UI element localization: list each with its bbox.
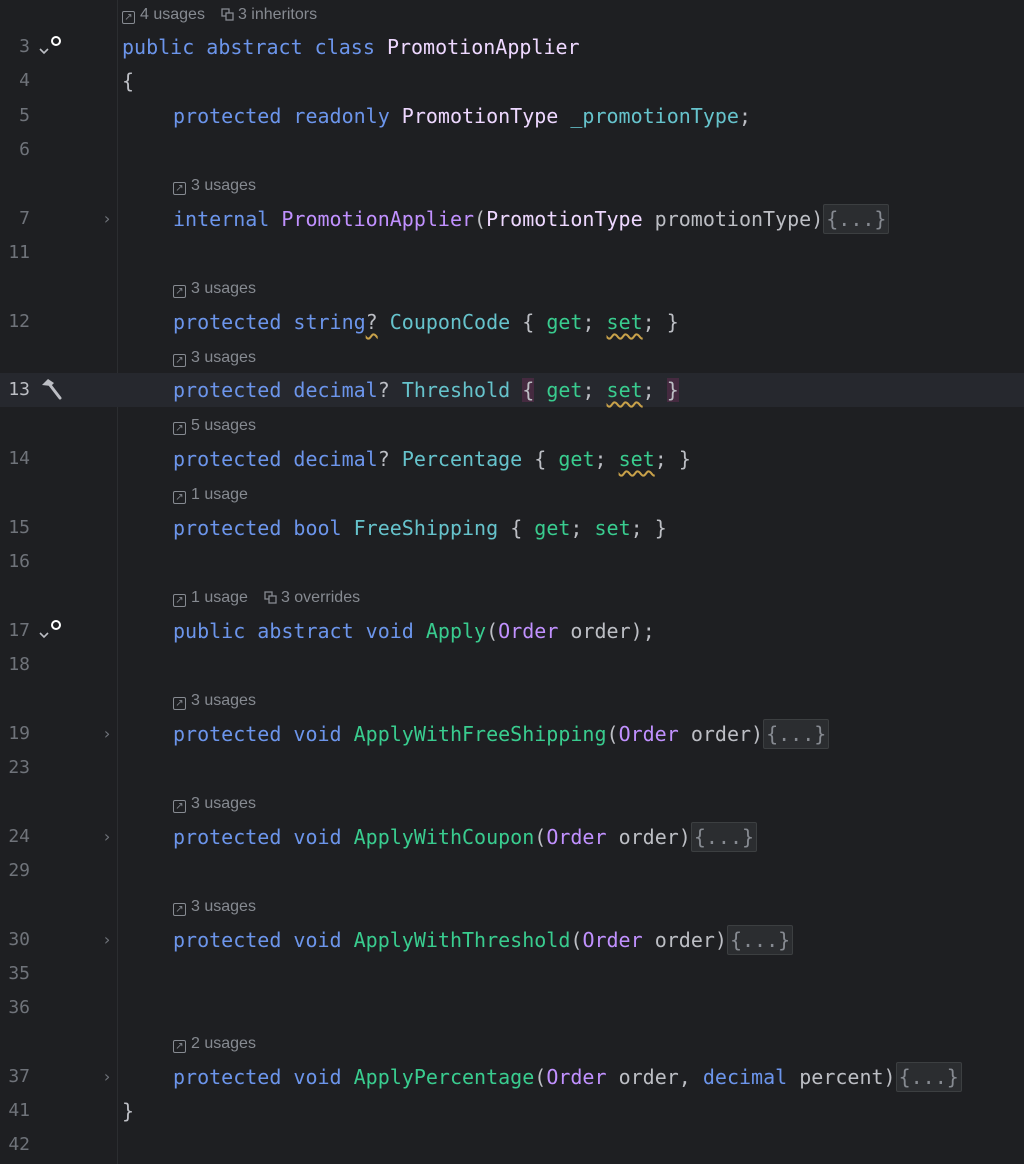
usages-icon: ↗ (173, 594, 186, 607)
implemented-by-icon[interactable] (38, 614, 66, 648)
line-number: 12 (8, 311, 30, 332)
line-number: 16 (8, 551, 30, 572)
usages-icon: ↗ (173, 354, 186, 367)
code-line-class-decl[interactable]: public abstract class PromotionApplier (122, 30, 580, 64)
line-number: 19 (8, 723, 30, 744)
folded-block[interactable]: {...} (690, 822, 758, 852)
inheritors-icon (221, 8, 234, 21)
usages-icon: ↗ (173, 800, 186, 813)
code-line-open-brace[interactable]: { (122, 64, 134, 98)
implemented-by-icon[interactable] (38, 30, 66, 64)
code-line-apply-percentage[interactable]: protected void ApplyPercentage(Order ord… (173, 1060, 962, 1094)
line-number: 3 (19, 36, 30, 57)
line-number: 23 (8, 757, 30, 778)
code-line-free-shipping[interactable]: protected bool FreeShipping { get; set; … (173, 511, 667, 545)
code-vision-hint[interactable]: ↗ 5 usages (173, 415, 256, 437)
code-editor[interactable]: 3 4 5 6 7 11 12 13 14 15 16 17 18 19 23 … (0, 0, 1024, 1164)
line-number: 6 (19, 139, 30, 160)
line-number: 7 (19, 208, 30, 229)
code-vision-hint[interactable]: ↗ 3 usages (173, 896, 256, 918)
usages-icon: ↗ (173, 285, 186, 298)
code-line-threshold[interactable]: protected decimal? Threshold { get; set;… (173, 373, 679, 407)
line-number: 42 (8, 1134, 30, 1155)
usages-icon: ↗ (173, 1040, 186, 1053)
hammer-icon[interactable] (38, 373, 66, 407)
line-number: 15 (8, 517, 30, 538)
usages-icon: ↗ (173, 422, 186, 435)
code-vision-hint[interactable]: ↗ 3 usages (173, 793, 256, 815)
folded-block[interactable]: {...} (823, 204, 890, 234)
code-line-coupon-code[interactable]: protected string? CouponCode { get; set;… (173, 305, 679, 339)
line-number: 11 (8, 242, 30, 263)
code-vision-hint[interactable]: ↗ 3 usages (173, 347, 256, 369)
code-vision-hint[interactable]: ↗ 1 usage (173, 484, 248, 506)
code-line-constructor[interactable]: internal PromotionApplier(PromotionType … (173, 202, 890, 236)
line-number: 13 (8, 379, 30, 400)
folded-block[interactable]: {...} (895, 1062, 962, 1092)
code-vision-hint[interactable]: ↗ 1 usage 3 overrides (173, 587, 360, 609)
usages-icon: ↗ (122, 11, 135, 24)
gutter-separator (117, 0, 118, 1164)
line-number: 30 (8, 929, 30, 950)
usages-icon: ↗ (173, 903, 186, 916)
code-vision-hint[interactable]: ↗ 3 usages (173, 278, 256, 300)
fold-chevron-icon[interactable]: › (100, 717, 114, 751)
fold-chevron-icon[interactable]: › (100, 1060, 114, 1094)
line-number: 35 (8, 963, 30, 984)
code-vision-hint[interactable]: ↗ 3 usages (173, 175, 256, 197)
line-number: 37 (8, 1066, 30, 1087)
fold-chevron-icon[interactable]: › (100, 923, 114, 957)
line-number: 29 (8, 860, 30, 881)
line-number: 41 (8, 1100, 30, 1121)
line-number: 4 (19, 70, 30, 91)
line-number: 14 (8, 448, 30, 469)
folded-block[interactable]: {...} (763, 719, 830, 749)
overrides-icon (264, 591, 277, 604)
line-number: 17 (8, 620, 30, 641)
line-number: 36 (8, 997, 30, 1018)
usages-icon: ↗ (173, 697, 186, 710)
code-line-apply-coupon[interactable]: protected void ApplyWithCoupon(Order ord… (173, 820, 758, 854)
code-vision-hint[interactable]: ↗ 2 usages (173, 1033, 256, 1055)
line-number: 24 (8, 826, 30, 847)
usages-icon: ↗ (173, 182, 186, 195)
fold-chevron-icon[interactable]: › (100, 202, 114, 236)
code-line-apply[interactable]: public abstract void Apply(Order order); (173, 614, 655, 648)
code-vision-hint[interactable]: ↗ 4 usages 3 inheritors (122, 4, 317, 26)
code-line-percentage[interactable]: protected decimal? Percentage { get; set… (173, 442, 691, 476)
line-number: 18 (8, 654, 30, 675)
usages-icon: ↗ (173, 491, 186, 504)
code-vision-hint[interactable]: ↗ 3 usages (173, 690, 256, 712)
folded-block[interactable]: {...} (726, 925, 794, 955)
line-number: 5 (19, 105, 30, 126)
code-line-apply-threshold[interactable]: protected void ApplyWithThreshold(Order … (173, 923, 794, 957)
code-line-close-brace[interactable]: } (122, 1094, 134, 1128)
code-line-apply-free-shipping[interactable]: protected void ApplyWithFreeShipping(Ord… (173, 717, 830, 751)
fold-chevron-icon[interactable]: › (100, 820, 114, 854)
code-line-field[interactable]: protected readonly PromotionType _promot… (173, 99, 751, 133)
